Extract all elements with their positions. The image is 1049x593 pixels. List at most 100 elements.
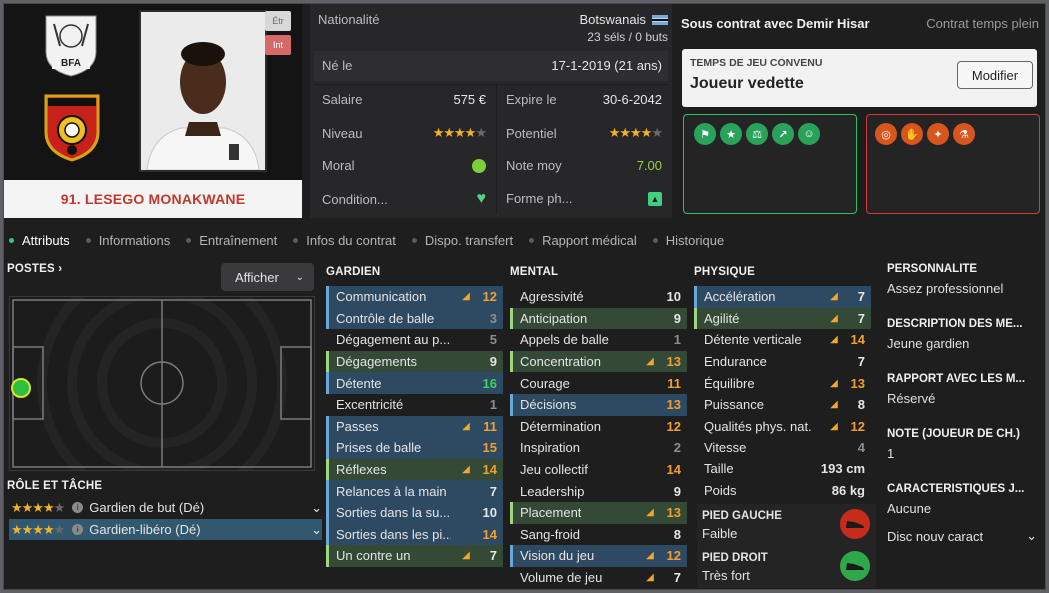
role-item-sweeper-keeper[interactable]: ★★★★★ i Gardien-libéro (Dé) ⌄ <box>9 519 322 540</box>
attribute-row[interactable]: Agressivité 10 <box>510 286 687 308</box>
tab-contract-info[interactable]: Infos du contrat <box>288 233 407 248</box>
attribute-value: 9 <box>673 310 681 326</box>
coach-rating-block: NOTE (JOUEUR DE CH.) 1 <box>887 428 1020 461</box>
condition-label: Condition... <box>322 191 388 207</box>
attribute-name: Équilibre <box>704 375 755 391</box>
progress-arrow-icon: ◢ <box>830 399 838 411</box>
attribute-row[interactable]: Concentration ◢ 13 <box>510 350 687 373</box>
positions-title[interactable]: POSTES › <box>7 263 62 275</box>
attribute-row[interactable]: Leadership 9 <box>510 480 687 502</box>
attribute-value: 12 <box>666 548 681 564</box>
attribute-row[interactable]: Accélération ◢ 7 <box>694 286 871 308</box>
attribute-name: Placement <box>520 505 582 521</box>
attribute-row[interactable]: Décisions 13 <box>510 393 687 416</box>
attribute-row[interactable]: Jeu collectif 14 <box>510 459 687 481</box>
info-icon[interactable]: i <box>72 524 84 535</box>
attribute-value: 14 <box>666 462 681 478</box>
attribute-row[interactable]: Passes ◢ 11 <box>326 415 503 438</box>
attribute-row[interactable]: Vitesse 4 <box>694 437 871 459</box>
info-icon[interactable]: i <box>72 502 84 513</box>
head-trait-icon[interactable]: ☺ <box>798 123 820 145</box>
attribute-row[interactable]: Puissance ◢ 8 <box>694 394 871 416</box>
attribute-value: 12 <box>666 418 681 434</box>
club-crest <box>42 90 102 162</box>
federation-crest: BFA <box>40 12 102 78</box>
salary-value: 575 € <box>453 92 486 107</box>
height-row: Taille 193 cm <box>704 461 865 477</box>
attribute-value: 9 <box>673 483 681 499</box>
attribute-row[interactable]: Sang-froid 8 <box>510 524 687 546</box>
attribute-row[interactable]: Endurance 7 <box>694 351 871 373</box>
tab-training[interactable]: Entraînement <box>181 233 288 248</box>
chevron-down-icon: ⌄ <box>295 271 304 283</box>
form-up-icon[interactable]: ▲ <box>648 191 662 206</box>
attribute-row[interactable]: Équilibre ◢ 13 <box>694 372 871 394</box>
green-boot-icon <box>840 551 870 581</box>
flag-trait-icon[interactable]: ⚑ <box>694 123 716 145</box>
attribute-value: 4 <box>857 440 865 456</box>
grid-divider <box>496 84 497 214</box>
negative-traits-box: ◎ ✋ ✦ ⚗ <box>866 114 1040 214</box>
attribute-name: Communication <box>336 289 427 305</box>
attribute-row[interactable]: Contrôle de balle 3 <box>326 307 503 330</box>
attribute-row[interactable]: Anticipation 9 <box>510 307 687 330</box>
attribute-name: Endurance <box>704 354 767 370</box>
attribute-row[interactable]: Réflexes ◢ 14 <box>326 458 503 481</box>
attribute-value: 14 <box>482 526 497 542</box>
modify-button[interactable]: Modifier <box>957 61 1033 89</box>
left-foot-card: PIED GAUCHE Faible <box>697 504 876 546</box>
chevron-down-icon[interactable]: ⌄ <box>311 500 322 516</box>
show-dropdown[interactable]: Afficher ⌄ <box>221 263 314 291</box>
attribute-row[interactable]: Agilité ◢ 7 <box>694 307 871 330</box>
flask-trait-icon[interactable]: ⚗ <box>953 123 975 145</box>
attribute-row[interactable]: Sorties dans les pi... 14 <box>326 523 503 546</box>
new-trait-dropdown[interactable]: Disc nouv caract ⌄ <box>887 528 1037 544</box>
attribute-row[interactable]: Vision du jeu ◢ 12 <box>510 545 687 567</box>
chevron-down-icon[interactable]: ⌄ <box>311 522 322 538</box>
attribute-row[interactable]: Sorties dans la su... 10 <box>326 501 503 524</box>
attribute-value: 12 <box>482 289 497 305</box>
star-trait-icon[interactable]: ★ <box>720 123 742 145</box>
weight-row: Poids 86 kg <box>704 483 865 499</box>
spark-trait-icon[interactable]: ✦ <box>927 123 949 145</box>
tab-medical[interactable]: Rapport médical <box>524 233 648 248</box>
balance-trait-icon[interactable]: ⚖ <box>746 123 768 145</box>
attribute-row[interactable]: Courage 11 <box>510 372 687 394</box>
foot-trait-icon[interactable]: ✋ <box>901 123 923 145</box>
attribute-row[interactable]: Relances à la main 7 <box>326 480 503 502</box>
attribute-row[interactable]: Communication ◢ 12 <box>326 286 503 308</box>
attribute-row[interactable]: Placement ◢ 13 <box>510 501 687 524</box>
tab-attributes[interactable]: Attributs <box>4 233 81 248</box>
level-label: Niveau <box>322 125 363 141</box>
attribute-row[interactable]: Qualités phys. nat. ◢ 12 <box>694 416 871 438</box>
morale-icon[interactable] <box>472 158 486 173</box>
svg-text:BFA: BFA <box>61 58 81 69</box>
player-photo <box>139 10 267 172</box>
tab-history[interactable]: Historique <box>648 233 736 248</box>
attribute-row[interactable]: Dégagements 9 <box>326 350 503 373</box>
progress-arrow-icon: ◢ <box>830 420 838 432</box>
trend-trait-icon[interactable]: ↗ <box>772 123 794 145</box>
role-item-goalkeeper[interactable]: ★★★★★ i Gardien de but (Dé) ⌄ <box>9 497 322 518</box>
target-trait-icon[interactable]: ◎ <box>875 123 897 145</box>
attribute-row[interactable]: Un contre un ◢ 7 <box>326 545 503 567</box>
attribute-row[interactable]: Prises de balle 15 <box>326 437 503 459</box>
goalkeeper-attributes: Communication ◢ 12 Contrôle de balle 3 Dégage… <box>326 286 503 567</box>
tab-information[interactable]: Informations <box>81 233 182 248</box>
attribute-row[interactable]: Volume de jeu ◢ 7 <box>510 567 687 589</box>
attribute-row[interactable]: Détente 16 <box>326 372 503 394</box>
tab-transfer[interactable]: Dispo. transfert <box>407 233 524 248</box>
attribute-row[interactable]: Appels de balle 1 <box>510 329 687 351</box>
level-stars: ★★★★★ <box>432 125 487 140</box>
attribute-name: Détente verticale <box>704 332 802 348</box>
attribute-row[interactable]: Détermination 12 <box>510 416 687 438</box>
attribute-row[interactable]: Dégagement au p... 5 <box>326 329 503 351</box>
attribute-name: Volume de jeu <box>520 570 603 586</box>
attribute-row[interactable]: Excentricité 1 <box>326 394 503 416</box>
attribute-row[interactable]: Inspiration 2 <box>510 437 687 459</box>
attribute-name: Courage <box>520 375 570 391</box>
morale-label: Moral <box>322 158 355 173</box>
attribute-row[interactable]: Détente verticale ◢ 14 <box>694 329 871 351</box>
heart-icon[interactable]: ♥ <box>477 191 487 207</box>
nationality-value: Botswanais <box>579 12 646 27</box>
